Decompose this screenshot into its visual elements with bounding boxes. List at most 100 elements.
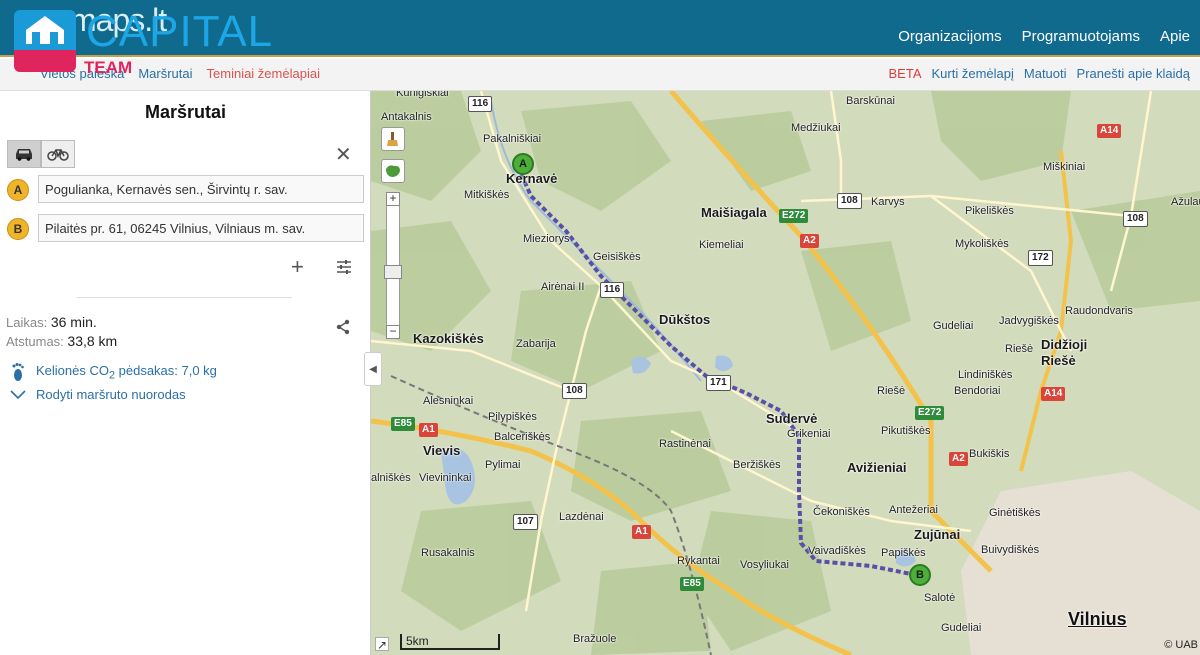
road-shield: 108 <box>562 383 587 399</box>
waypoint-b: B Pilaitės pr. 61, 06245 Vilnius, Vilnia… <box>7 214 364 242</box>
top-nav: Organizacijoms Programuotojams Apie <box>898 28 1190 45</box>
subnav-pranesti-klaida[interactable]: Pranešti apie klaidą <box>1077 66 1190 81</box>
map-place-label: Grikeniai <box>787 428 831 440</box>
close-icon[interactable]: ✕ <box>335 145 352 165</box>
beta-badge: BETA <box>888 66 922 81</box>
travel-mode-toggle <box>7 140 75 168</box>
road-shield: E272 <box>915 406 945 420</box>
map-place-label: Didžioji <box>1041 337 1088 352</box>
add-waypoint-icon[interactable]: + <box>291 256 304 278</box>
road-shield: A2 <box>949 452 968 466</box>
brush-icon <box>387 132 398 146</box>
distance-value: 33,8 km <box>67 333 118 349</box>
bicycle-icon <box>47 149 69 161</box>
map-place-label: Antežeriai <box>889 504 938 516</box>
co2-footprint[interactable]: Kelionės CO2 pėdsakas: 7,0 kg <box>10 362 217 382</box>
map-place-label: Papiškės <box>881 547 926 559</box>
expand-icon[interactable]: ↗ <box>375 637 389 652</box>
road-shield: 107 <box>513 514 538 530</box>
map-place-label: Kernavė <box>506 171 558 186</box>
footprint-icon <box>12 363 24 381</box>
map-place-label: Salotė <box>924 592 956 604</box>
map-place-label: Beržiškės <box>733 459 781 471</box>
map-layer-icon <box>386 165 400 177</box>
destination-input[interactable]: Pilaitės pr. 61, 06245 Vilnius, Vilniaus… <box>38 214 364 242</box>
route-panel: Maršrutai ✕ A Pogulianka, Kernavės sen.,… <box>0 91 371 655</box>
map-place-label: Avižieniai <box>847 460 907 475</box>
subnav-teminiai-zemelapiai[interactable]: Teminiai žemėlapiai <box>207 66 320 81</box>
map-place-label: Zabarija <box>516 338 556 350</box>
map-place-label: Pilypiškės <box>488 411 537 423</box>
distance-label: Atstumas: <box>6 334 64 349</box>
map-place-label: Kazokiškės <box>413 331 484 346</box>
map-view[interactable]: Kunigiškiai Antakalnis Pakalniškiai Kernavė… <box>371 91 1200 655</box>
collapse-panel-button[interactable]: ◀ <box>364 352 382 386</box>
map-place-label: Lindiniškės <box>958 369 1013 381</box>
brand-team-text: TEAM <box>84 58 133 77</box>
map-place-label: Karvys <box>871 196 905 208</box>
map-copyright: © UAB <box>1164 639 1198 651</box>
subnav-right: BETA Kurti žemėlapį Matuoti Pranešti api… <box>889 66 1190 81</box>
map-place-label: Rastinėnai <box>659 438 711 450</box>
waypoint-b-badge: B <box>7 218 29 240</box>
map-place-label: Vievininkai <box>419 472 472 484</box>
map-place-label: Riešė <box>877 385 906 397</box>
waypoint-a-badge: A <box>7 179 29 201</box>
waypoint-a: A Pogulianka, Kernavės sen., Širvintų r.… <box>7 175 364 203</box>
map-place-label: Pylimai <box>485 459 521 471</box>
origin-input[interactable]: Pogulianka, Kernavės sen., Širvintų r. s… <box>38 175 364 203</box>
map-place-label: Balceriškės <box>494 431 551 443</box>
road-shield: E85 <box>680 577 704 591</box>
house-icon <box>26 16 64 44</box>
car-mode-button[interactable] <box>7 140 41 168</box>
map-place-label: Rykantai <box>677 555 720 567</box>
marker-a[interactable]: A <box>512 153 534 175</box>
nav-apie[interactable]: Apie <box>1160 28 1190 45</box>
subnav-matuoti[interactable]: Matuoti <box>1024 66 1067 81</box>
show-route-label: Rodyti maršruto nuorodas <box>36 387 186 402</box>
map-place-label: Bukiškis <box>969 448 1010 460</box>
chevron-down-icon <box>10 389 26 399</box>
measure-tool-button[interactable] <box>381 127 405 151</box>
layers-button[interactable] <box>381 159 405 183</box>
route-options-icon[interactable] <box>336 259 352 278</box>
road-shield: 116 <box>600 282 625 298</box>
map-place-label: Barskūnai <box>846 95 895 107</box>
road-shield: A2 <box>800 234 819 248</box>
road-shield: E272 <box>779 209 809 223</box>
zoom-out-button[interactable]: − <box>386 325 400 339</box>
road-shield: 108 <box>837 193 862 209</box>
map-place-label: Ginėtiškės <box>989 507 1041 519</box>
map-place-label: Gudeliai <box>941 622 982 634</box>
show-route-directions[interactable]: Rodyti maršruto nuorodas <box>10 387 186 402</box>
map-place-label: Ažulau <box>1171 196 1200 208</box>
subnav-kurti-zemelapi[interactable]: Kurti žemėlapį <box>932 66 1014 81</box>
logo[interactable] <box>14 10 76 72</box>
subnav-left: Vietos paieška Maršrutai Teminiai žemėla… <box>40 66 320 81</box>
map-place-label: Raudondvaris <box>1065 305 1133 317</box>
marker-b[interactable]: B <box>909 564 931 586</box>
bike-mode-button[interactable] <box>41 140 75 168</box>
nav-organizacijoms[interactable]: Organizacijoms <box>898 28 1001 45</box>
share-icon[interactable] <box>335 319 351 338</box>
road-shield: 171 <box>706 375 731 391</box>
map-place-label: Čekoniškės <box>813 506 870 518</box>
divider <box>77 297 292 298</box>
map-place-label: Dūkštos <box>659 312 711 327</box>
panel-title: Maršrutai <box>144 102 227 122</box>
time-value: 36 min. <box>50 314 97 330</box>
road-shield: A1 <box>632 525 651 539</box>
zoom-in-button[interactable]: + <box>386 192 400 206</box>
zoom-slider-handle[interactable] <box>384 265 402 279</box>
map-place-label: Jadvygiškės <box>999 315 1059 327</box>
map-place-label: Miškiniai <box>1043 161 1086 173</box>
nav-programuotojams[interactable]: Programuotojams <box>1022 28 1140 45</box>
road-shield: 172 <box>1028 250 1053 266</box>
map-place-label: Buivydiškės <box>981 544 1040 556</box>
map-place-label: Pakalniškiai <box>483 133 542 145</box>
road-shield: 116 <box>468 96 493 112</box>
map-place-label: Vilnius <box>1068 609 1127 629</box>
map-place-label: Kunigiškiai <box>396 91 449 99</box>
subnav-marsrutai[interactable]: Maršrutai <box>138 66 192 81</box>
map-place-label: Pikeliškės <box>965 205 1014 217</box>
